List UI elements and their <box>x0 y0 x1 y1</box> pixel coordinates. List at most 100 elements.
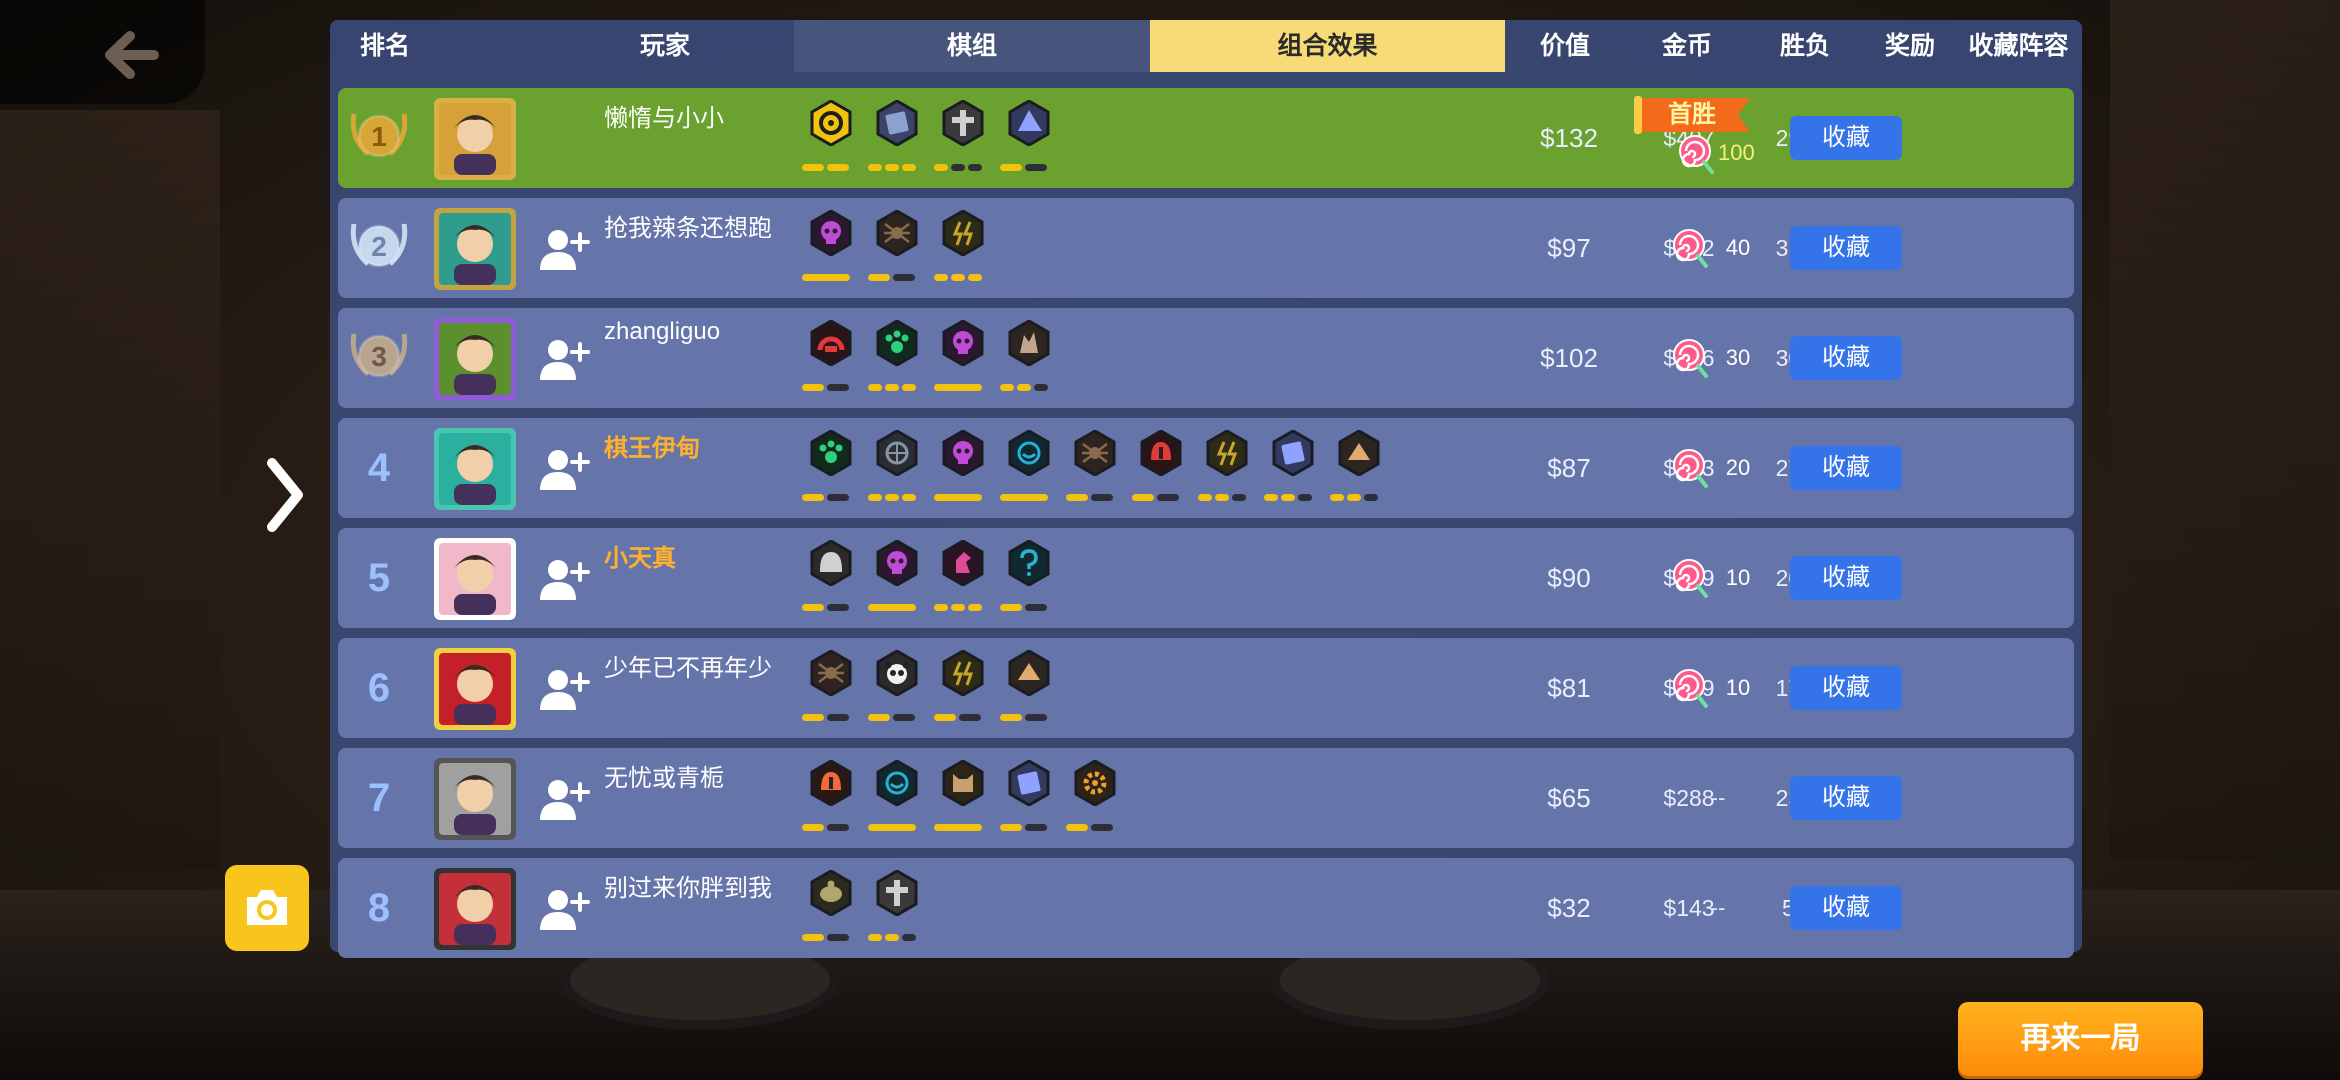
add-friend-icon[interactable] <box>538 666 592 712</box>
trait-icon[interactable] <box>934 650 990 730</box>
trait-icon[interactable] <box>1000 650 1056 730</box>
trait-icon[interactable] <box>868 650 924 730</box>
collect-button[interactable]: 收藏 <box>1790 666 1902 710</box>
trait-level-bar <box>1000 598 1050 611</box>
candy-icon <box>1672 338 1710 383</box>
trait-icon[interactable] <box>802 430 858 510</box>
trait-level-bar <box>868 818 919 831</box>
player-name: 小天真 <box>604 545 676 572</box>
trait-icon[interactable] <box>868 320 924 400</box>
trait-icon[interactable] <box>1132 430 1188 510</box>
header-player: 玩家 <box>639 32 690 60</box>
play-again-button[interactable]: 再来一局 <box>1958 1002 2203 1076</box>
trait-level-bar <box>868 268 918 281</box>
add-friend-icon[interactable] <box>538 556 592 602</box>
trait-icon[interactable] <box>1198 430 1254 510</box>
trait-icon[interactable] <box>934 430 990 510</box>
collect-button[interactable]: 收藏 <box>1790 886 1902 930</box>
trait-icon[interactable] <box>934 760 990 840</box>
add-friend-icon[interactable] <box>538 886 592 932</box>
reward-amount: 10 <box>1725 565 1751 590</box>
trait-icon[interactable] <box>1330 430 1386 510</box>
trait-icon[interactable] <box>1000 760 1056 840</box>
trait-icon[interactable] <box>802 320 858 400</box>
trait-icon[interactable] <box>1066 430 1122 510</box>
trait-level-bar <box>868 488 919 501</box>
trait-icon[interactable] <box>802 100 858 180</box>
trait-level-bar <box>934 818 985 831</box>
candy-icon <box>1672 228 1710 273</box>
add-friend-icon[interactable] <box>538 776 592 822</box>
rank-number: 8 <box>367 886 391 930</box>
trait-icon[interactable] <box>1066 760 1122 840</box>
trait-level-bar <box>802 378 852 391</box>
player-avatar[interactable] <box>434 428 516 510</box>
trait-icon[interactable] <box>868 870 924 950</box>
collect-button[interactable]: 收藏 <box>1790 446 1902 490</box>
trait-icon[interactable] <box>934 210 990 290</box>
rank-medal-icon: 3 <box>350 324 408 390</box>
trait-icon[interactable] <box>802 760 858 840</box>
header-coins: 金币 <box>1661 32 1712 60</box>
trait-icon[interactable] <box>934 100 990 180</box>
player-avatar[interactable] <box>434 758 516 840</box>
collect-button[interactable]: 收藏 <box>1790 556 1902 600</box>
player-avatar[interactable] <box>434 648 516 730</box>
trait-icon[interactable] <box>868 540 924 620</box>
lineup-value: $81 <box>1547 673 1591 703</box>
reward-empty: -- <box>1710 895 1726 920</box>
trait-icon[interactable] <box>934 540 990 620</box>
trait-level-bar <box>934 268 985 281</box>
player-name: 棋王伊甸 <box>604 435 700 462</box>
lineup-value: $90 <box>1547 563 1591 593</box>
collect-button[interactable]: 收藏 <box>1790 776 1902 820</box>
trait-level-bar <box>802 708 852 721</box>
svg-text:2: 2 <box>371 231 387 262</box>
player-name: 别过来你胖到我 <box>604 875 772 902</box>
add-friend-icon[interactable] <box>538 446 592 492</box>
trait-level-bar <box>934 488 985 501</box>
trait-level-bar <box>1066 818 1116 831</box>
trait-icon[interactable] <box>868 210 924 290</box>
ranking-row: 7 无忧或青栀 $65 $288 -- 收藏 <box>338 748 2074 848</box>
trait-icon[interactable] <box>1264 430 1320 510</box>
trait-icon[interactable] <box>802 210 858 290</box>
trait-icon[interactable] <box>934 320 990 400</box>
trait-level-bar <box>868 378 919 391</box>
header-value: 价值 <box>1539 32 1590 60</box>
ranking-row: 6 少年已不再年少 $81$25917-16 <box>338 638 2074 738</box>
trait-icon[interactable] <box>802 540 858 620</box>
collect-button[interactable]: 收藏 <box>1790 116 1902 160</box>
trait-icon[interactable] <box>868 430 924 510</box>
trait-icon[interactable] <box>868 760 924 840</box>
player-avatar[interactable] <box>434 538 516 620</box>
trait-level-bar <box>934 158 985 171</box>
trait-icon[interactable] <box>868 100 924 180</box>
player-avatar[interactable] <box>434 98 516 180</box>
trait-icon[interactable] <box>1000 540 1056 620</box>
collect-button[interactable]: 收藏 <box>1790 336 1902 380</box>
screenshot-button[interactable] <box>225 865 309 951</box>
trait-level-bar <box>1132 488 1182 501</box>
expand-arrow-icon[interactable] <box>262 455 310 535</box>
collect-button[interactable]: 收藏 <box>1790 226 1902 270</box>
trait-icon[interactable] <box>1000 320 1056 400</box>
tab-deck[interactable]: 棋组 <box>794 20 1150 72</box>
rank-number: 6 <box>367 666 391 710</box>
trait-level-bar <box>934 598 985 611</box>
trait-icon[interactable] <box>1000 100 1056 180</box>
first-win-label: 首胜 <box>1668 101 1716 128</box>
tab-combo[interactable]: 组合效果 <box>1150 20 1505 72</box>
results-panel: 排名 玩家 棋组 组合效果 价值 金币 胜负 奖励 收藏阵容 1 懒惰与小小 $… <box>330 20 2082 958</box>
candy-icon <box>1678 134 1716 179</box>
trait-icon[interactable] <box>802 650 858 730</box>
add-friend-icon[interactable] <box>538 336 592 382</box>
trait-icon[interactable] <box>802 870 858 950</box>
back-button[interactable] <box>0 0 205 104</box>
trait-icon[interactable] <box>1000 430 1056 510</box>
player-name: zhangliguo <box>604 318 721 345</box>
player-avatar[interactable] <box>434 208 516 290</box>
player-avatar[interactable] <box>434 868 516 950</box>
player-avatar[interactable] <box>434 318 516 400</box>
add-friend-icon[interactable] <box>538 226 592 272</box>
